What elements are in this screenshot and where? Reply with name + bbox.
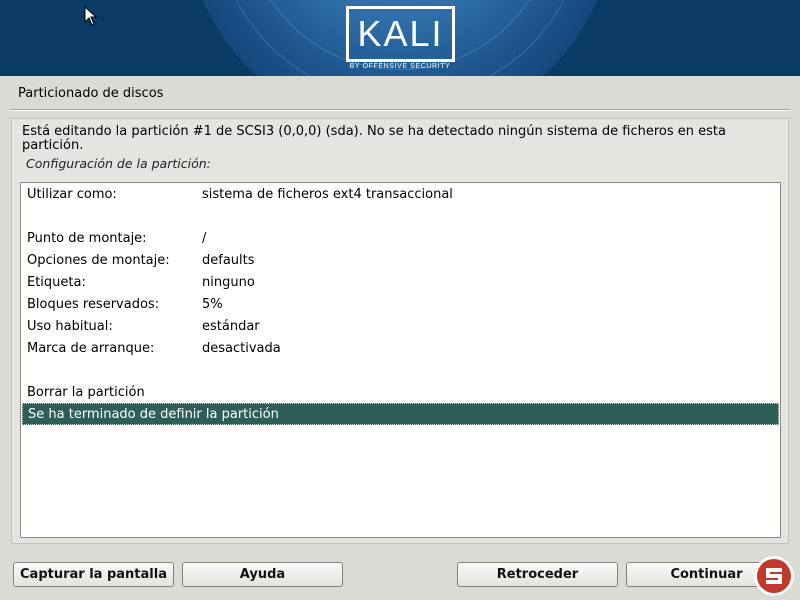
setting-label: Bloques reservados: — [27, 296, 160, 312]
setting-value: ninguno — [202, 274, 255, 290]
setting-label: Utilizar como: — [27, 186, 117, 202]
setting-row-mount-point[interactable]: Punto de montaje: / — [22, 227, 779, 249]
setting-value: defaults — [202, 252, 255, 268]
setting-label: Punto de montaje: — [27, 230, 147, 246]
setting-row-use-as[interactable]: Utilizar como: sistema de ficheros ext4 … — [22, 183, 779, 205]
setting-label: Marca de arranque: — [27, 340, 155, 356]
intro-text: Está editando la partición #1 de SCSI3 (… — [22, 124, 726, 153]
help-button[interactable]: Ayuda — [182, 562, 343, 587]
setting-label: Uso habitual: — [27, 318, 113, 334]
kali-logo: KALI — [346, 6, 455, 62]
action-done-setting-partition[interactable]: Se ha terminado de definir la partición — [22, 403, 779, 425]
setting-row-bootable-flag[interactable]: Marca de arranque: desactivada — [22, 337, 779, 359]
setting-row-mount-options[interactable]: Opciones de montaje: defaults — [22, 249, 779, 271]
setting-value: / — [202, 230, 207, 246]
setting-label: Opciones de montaje: — [27, 252, 170, 268]
logo-text: KALI — [357, 13, 444, 54]
setting-row-label[interactable]: Etiqueta: ninguno — [22, 271, 779, 293]
section-subtitle: Configuración de la partición: — [26, 156, 211, 171]
action-label: Se ha terminado de definir la partición — [28, 406, 279, 422]
mouse-cursor-icon — [84, 6, 98, 26]
header-banner: KALI BY OFFENSIVE SECURITY — [0, 0, 800, 76]
logo-subtitle: BY OFFENSIVE SECURITY — [349, 63, 451, 70]
title-divider — [10, 109, 790, 111]
action-label: Borrar la partición — [27, 384, 145, 400]
setting-value: desactivada — [202, 340, 281, 356]
setting-value: estándar — [202, 318, 260, 334]
watermark-logo-icon — [754, 556, 794, 596]
setting-label: Etiqueta: — [27, 274, 86, 290]
action-delete-partition[interactable]: Borrar la partición — [22, 381, 779, 403]
setting-row-reserved-blocks[interactable]: Bloques reservados: 5% — [22, 293, 779, 315]
setting-row-typical-usage[interactable]: Uso habitual: estándar — [22, 315, 779, 337]
setting-value: 5% — [202, 296, 223, 312]
partition-settings-list: Utilizar como: sistema de ficheros ext4 … — [20, 182, 781, 538]
content-panel: Está editando la partición #1 de SCSI3 (… — [11, 118, 789, 544]
setting-value: sistema de ficheros ext4 transaccional — [202, 186, 453, 202]
screenshot-button[interactable]: Capturar la pantalla — [13, 562, 174, 587]
back-button[interactable]: Retroceder — [457, 562, 618, 587]
page-title: Particionado de discos — [18, 86, 164, 101]
